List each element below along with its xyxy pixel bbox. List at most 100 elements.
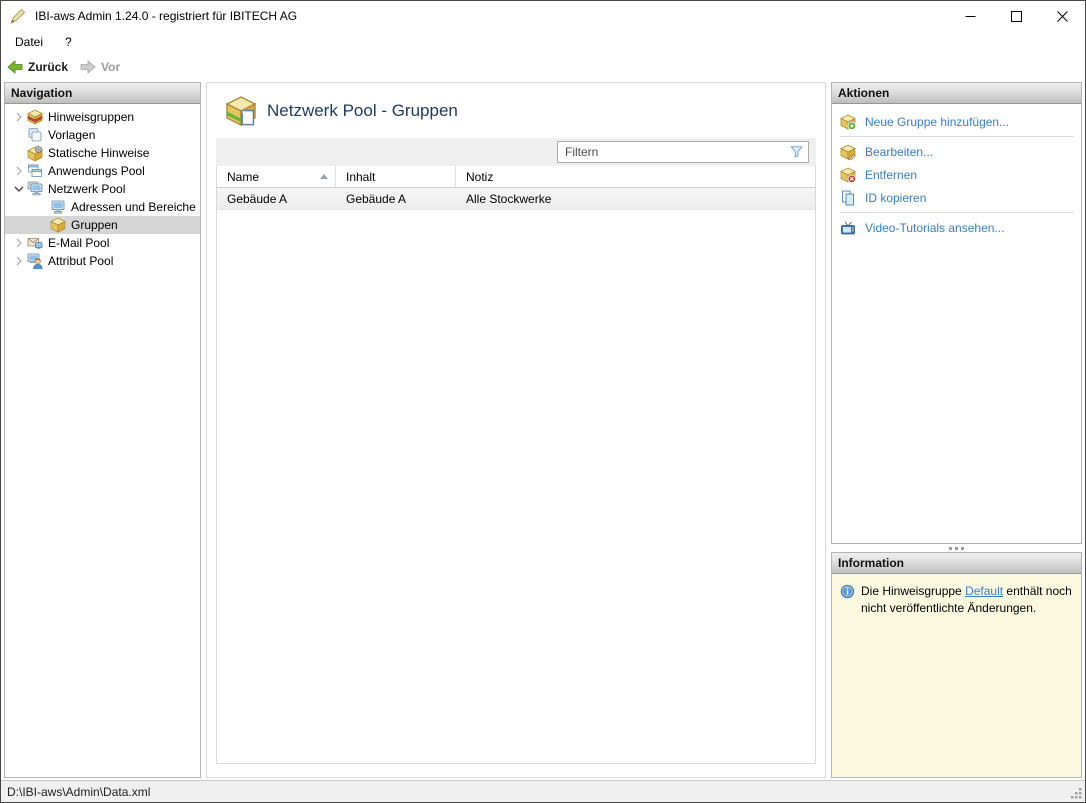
- panel-splitter[interactable]: [831, 544, 1082, 552]
- tree-item-netzwerk-pool[interactable]: Netzwerk Pool: [5, 180, 200, 198]
- actions-header: Aktionen: [832, 83, 1081, 104]
- tree-item-label: Statische Hinweise: [48, 146, 150, 160]
- copy-id-icon: [840, 190, 856, 206]
- tree-item-attribut-pool[interactable]: Attribut Pool: [5, 252, 200, 270]
- edit-group-icon: [840, 144, 856, 160]
- separator: [840, 212, 1074, 213]
- maximize-button[interactable]: [993, 1, 1039, 31]
- groups-table: Name Inhalt Notiz Gebäude A Gebäude A Al…: [216, 166, 816, 764]
- actions-panel: Aktionen Neue Gruppe hinzufügen... Bearb…: [831, 82, 1082, 544]
- tree-item-label: Adressen und Bereiche: [71, 200, 196, 214]
- add-group-icon: [840, 114, 856, 130]
- tree-item-label: Netzwerk Pool: [48, 182, 126, 196]
- information-message: Die Hinweisgruppe Default enthält noch n…: [861, 583, 1073, 777]
- action-edit[interactable]: Bearbeiten...: [832, 140, 1081, 163]
- adressen-icon: [50, 199, 66, 215]
- cell-name: Gebäude A: [227, 191, 288, 206]
- filter-input[interactable]: [557, 141, 809, 163]
- tree-item-email-pool[interactable]: E-Mail Pool: [5, 234, 200, 252]
- tree-item-vorlagen[interactable]: Vorlagen: [5, 126, 200, 144]
- forward-button-label: Vor: [101, 59, 121, 74]
- chevron-right-icon[interactable]: [10, 253, 27, 269]
- statische-hinweise-icon: [27, 145, 43, 161]
- action-remove[interactable]: Entfernen: [832, 163, 1081, 186]
- chevron-right-icon[interactable]: [10, 163, 27, 179]
- action-copy-id[interactable]: ID kopieren: [832, 186, 1081, 209]
- forward-button[interactable]: Vor: [74, 56, 126, 78]
- information-panel: Information Die Hinweisgruppe Default en…: [831, 552, 1082, 778]
- navigation-header: Navigation: [5, 83, 200, 104]
- navigation-panel: Navigation Hinweisgruppen Vorlagen Stati…: [4, 82, 201, 778]
- action-label: ID kopieren: [865, 190, 927, 205]
- chevron-right-icon[interactable]: [10, 109, 27, 125]
- information-header: Information: [832, 553, 1081, 574]
- info-text-before: Die Hinweisgruppe: [861, 584, 966, 598]
- chevron-right-icon[interactable]: [10, 235, 27, 251]
- vorlagen-icon: [27, 127, 43, 143]
- column-header-inhalt[interactable]: Inhalt: [336, 166, 456, 187]
- cell-notiz: Alle Stockwerke: [466, 191, 552, 206]
- video-tutorials-icon: [840, 220, 856, 236]
- tree-item-label: Attribut Pool: [48, 254, 114, 268]
- filter-band: [216, 138, 816, 166]
- menu-item-datei[interactable]: Datei: [7, 32, 51, 52]
- default-group-link[interactable]: Default: [965, 584, 1003, 598]
- attribut-pool-icon: [27, 253, 43, 269]
- chevron-down-icon[interactable]: [10, 181, 27, 197]
- app-window: IBI-aws Admin 1.24.0 - registriert für I…: [0, 0, 1086, 803]
- tree-item-adressen-und-bereiche[interactable]: Adressen und Bereiche: [5, 198, 200, 216]
- hinweisgruppen-icon: [27, 109, 43, 125]
- anwendungs-pool-icon: [27, 163, 43, 179]
- data-file-path: D:\IBI-aws\Admin\Data.xml: [7, 784, 151, 799]
- toolbar: Zurück Vor: [1, 53, 1085, 80]
- forward-arrow-icon: [80, 59, 96, 75]
- tree-item-label: Anwendungs Pool: [48, 164, 145, 178]
- tree-item-label: Hinweisgruppen: [48, 110, 135, 124]
- action-add-group[interactable]: Neue Gruppe hinzufügen...: [832, 110, 1081, 133]
- netzwerk-pool-icon: [27, 181, 43, 197]
- action-label: Entfernen: [865, 167, 918, 182]
- tree-item-gruppen[interactable]: Gruppen: [5, 216, 200, 234]
- tree-item-hinweisgruppen[interactable]: Hinweisgruppen: [5, 108, 200, 126]
- menu-bar: Datei ?: [1, 31, 1085, 53]
- resize-grip[interactable]: [1069, 786, 1083, 800]
- tree-item-label: E-Mail Pool: [48, 236, 110, 250]
- right-region: Aktionen Neue Gruppe hinzufügen... Bearb…: [831, 82, 1082, 778]
- table-row[interactable]: Gebäude A Gebäude A Alle Stockwerke: [217, 188, 815, 210]
- tree-item-statische-hinweise[interactable]: Statische Hinweise: [5, 144, 200, 162]
- separator: [840, 136, 1074, 137]
- tree-item-label: Vorlagen: [48, 128, 96, 142]
- close-button[interactable]: [1039, 1, 1085, 31]
- back-button[interactable]: Zurück: [1, 56, 74, 78]
- navigation-tree: Hinweisgruppen Vorlagen Statische Hinwei…: [5, 104, 200, 270]
- tree-item-anwendungs-pool[interactable]: Anwendungs Pool: [5, 162, 200, 180]
- back-button-label: Zurück: [28, 59, 69, 74]
- info-icon: [840, 584, 855, 599]
- column-header-notiz[interactable]: Notiz: [456, 166, 815, 187]
- action-label: Neue Gruppe hinzufügen...: [865, 114, 1010, 129]
- status-bar: D:\IBI-aws\Admin\Data.xml: [1, 780, 1085, 802]
- action-video-tutorials[interactable]: Video-Tutorials ansehen...: [832, 216, 1081, 239]
- cell-inhalt: Gebäude A: [346, 191, 407, 206]
- sort-ascending-icon: [320, 174, 328, 179]
- window-title: IBI-aws Admin 1.24.0 - registriert für I…: [35, 9, 298, 23]
- filter-funnel-icon[interactable]: [790, 145, 804, 159]
- menu-item-help[interactable]: ?: [57, 32, 80, 52]
- action-label: Video-Tutorials ansehen...: [865, 220, 1005, 235]
- title-bar: IBI-aws Admin 1.24.0 - registriert für I…: [1, 1, 1085, 31]
- app-logo-icon: [10, 8, 26, 24]
- column-header-name[interactable]: Name: [217, 166, 336, 187]
- tree-item-label: Gruppen: [71, 218, 118, 232]
- gruppen-icon: [50, 217, 66, 233]
- minimize-button[interactable]: [947, 1, 993, 31]
- table-header-row: Name Inhalt Notiz: [217, 166, 815, 188]
- main-panel: Netzwerk Pool - Gruppen Name Inhalt: [206, 82, 826, 778]
- back-arrow-icon: [7, 59, 23, 75]
- netzwerk-gruppen-icon: [225, 95, 257, 127]
- email-pool-icon: [27, 235, 43, 251]
- action-label: Bearbeiten...: [865, 144, 934, 159]
- page-title: Netzwerk Pool - Gruppen: [267, 101, 458, 120]
- remove-group-icon: [840, 167, 856, 183]
